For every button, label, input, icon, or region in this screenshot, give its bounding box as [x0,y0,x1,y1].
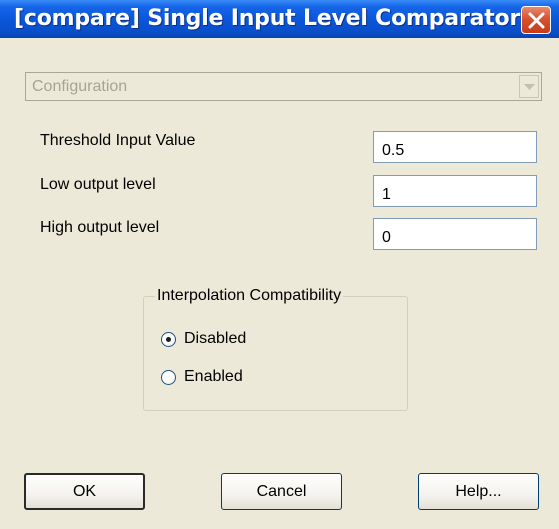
radio-button-selected[interactable] [161,332,176,347]
high-output-label: High output level [40,219,160,236]
interpolation-groupbox: Interpolation Compatibility Disabled Ena… [143,287,408,411]
high-output-field[interactable] [373,218,537,250]
interpolation-groupbox-title: Interpolation Compatibility [155,287,344,305]
low-output-field[interactable] [373,175,537,207]
title-bar[interactable]: [compare] Single Input Level Comparator [0,0,559,38]
chevron-down-icon [524,84,535,90]
threshold-input-field[interactable] [373,131,537,163]
radio-dot-icon [166,337,171,342]
dialog-window: [compare] Single Input Level Comparator … [0,0,559,529]
window-title: [compare] Single Input Level Comparator [14,6,521,31]
close-button[interactable] [521,6,551,34]
radio-button-unselected[interactable] [161,370,176,385]
ok-button[interactable]: OK [24,473,145,510]
configuration-value: Configuration [32,78,128,95]
help-button[interactable]: Help... [418,473,539,510]
threshold-input-label: Threshold Input Value [40,132,196,149]
configuration-dropdown[interactable]: Configuration [25,72,542,101]
low-output-label: Low output level [40,176,156,193]
close-icon [528,12,545,29]
radio-disabled-label: Disabled [184,330,247,347]
radio-enabled-label: Enabled [184,368,243,385]
cancel-button[interactable]: Cancel [221,473,342,510]
dropdown-arrow-button[interactable] [519,75,539,98]
